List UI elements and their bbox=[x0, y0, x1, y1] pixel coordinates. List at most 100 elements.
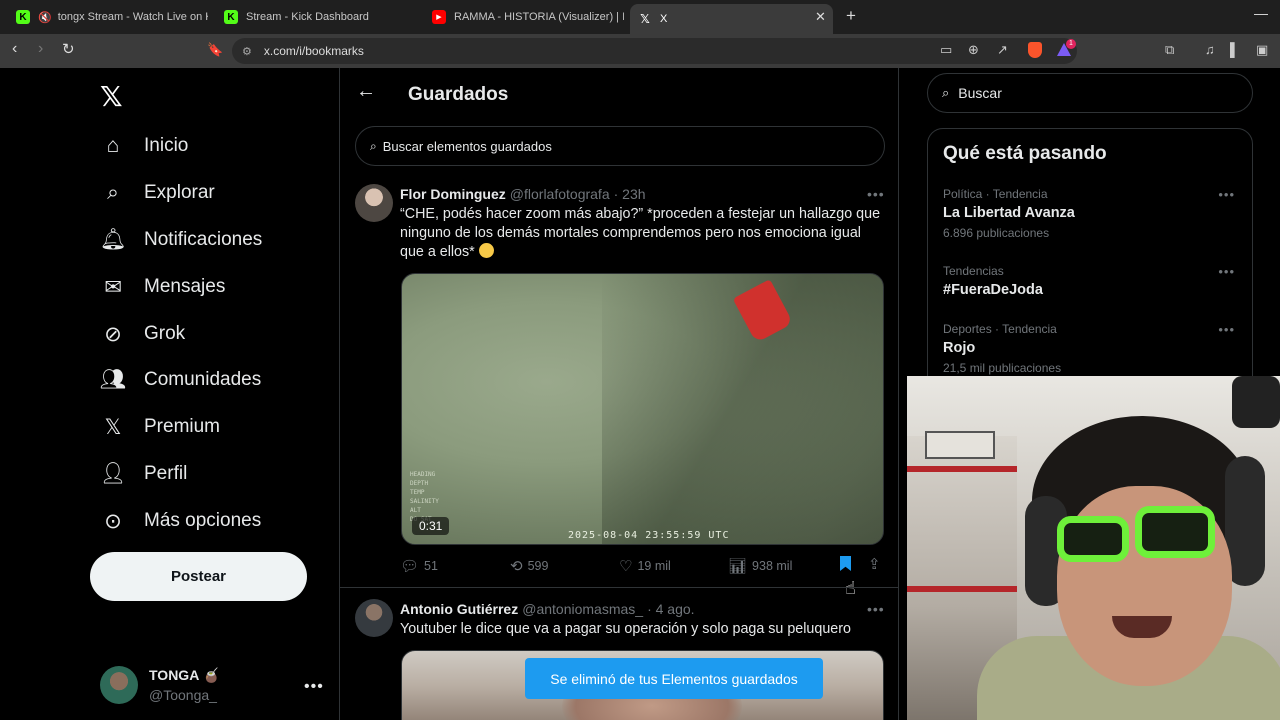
hand-cursor-icon: ☝ bbox=[845, 578, 856, 598]
more-dots-icon[interactable]: ••• bbox=[867, 601, 885, 617]
video-timestamp: 2025-08-04 23:55:59 UTC bbox=[568, 530, 730, 541]
sidebar-item-perfil[interactable]: 👤︎ Perfil bbox=[100, 459, 188, 489]
tab-kick-dashboard[interactable]: K Stream - Kick Dashboard bbox=[216, 4, 416, 30]
heart-icon: ♡ bbox=[619, 558, 633, 575]
repost-button[interactable]: ⟲ 599 bbox=[510, 557, 548, 575]
account-switcher[interactable]: TONGA 🧉 @Toonga_ bbox=[100, 666, 220, 704]
sidebar-item-grok[interactable]: ⊘ Grok bbox=[100, 319, 185, 349]
tab-x[interactable]: 𝕏 X bbox=[630, 4, 833, 34]
x-favicon-icon: 𝕏 bbox=[640, 12, 650, 26]
avatar[interactable] bbox=[355, 184, 393, 222]
trend-item[interactable]: Deportes · Tendencia Rojo 21,5 mil publi… bbox=[943, 322, 1243, 375]
reload-icon[interactable]: ↻ bbox=[62, 40, 75, 58]
profile-name: TONGA 🧉 bbox=[149, 667, 221, 683]
avatar[interactable] bbox=[355, 599, 393, 637]
video-duration: 0:31 bbox=[412, 517, 450, 535]
views-button[interactable]: 📊︎ 938 mil bbox=[728, 557, 792, 575]
home-icon: ⌂ bbox=[106, 134, 120, 157]
like-button[interactable]: ♡ 19 mil bbox=[619, 557, 671, 575]
webcam-overlay bbox=[907, 376, 1280, 720]
share-page-icon[interactable]: ↗ bbox=[997, 42, 1008, 58]
tab-youtube-ramma[interactable]: ▶ RAMMA - HISTORIA (Visualizer) | INM bbox=[424, 4, 624, 30]
screenshot-icon[interactable]: ⧉ bbox=[1165, 42, 1174, 58]
sidebar-item-explorar[interactable]: ⌕ Explorar bbox=[100, 178, 215, 208]
bell-icon: 🔔︎ bbox=[99, 228, 127, 251]
more-dots-icon[interactable]: ••• bbox=[867, 186, 885, 202]
reply-count: 51 bbox=[424, 559, 438, 573]
sidebar-item-notificaciones[interactable]: 🔔︎ Notificaciones bbox=[99, 225, 263, 255]
sidebar-item-label: Premium bbox=[144, 416, 221, 437]
sidebar-item-label: Grok bbox=[144, 323, 186, 344]
media-icon[interactable]: ♫ bbox=[1205, 42, 1215, 57]
trend-topic: #FueraDeJoda bbox=[943, 282, 1043, 298]
bookmarks-search-input[interactable]: ⌕ Buscar elementos guardados bbox=[355, 126, 885, 166]
cast-icon[interactable]: ▭ bbox=[940, 42, 952, 58]
tweet-header: Flor Dominguez @florlafotografa · 23h bbox=[400, 186, 646, 202]
x-premium-icon: 𝕏 bbox=[104, 415, 122, 439]
tab-kick-stream[interactable]: K 🔇 tongx Stream - Watch Live on Kic bbox=[8, 4, 208, 30]
author-name[interactable]: Flor Dominguez bbox=[400, 186, 506, 202]
sunglasses-right bbox=[1135, 506, 1215, 558]
site-settings-icon[interactable]: ⚙ bbox=[242, 45, 252, 58]
analytics-icon: 📊︎ bbox=[728, 558, 748, 575]
search-icon: ⌕ bbox=[942, 85, 950, 100]
tweet-actions: 💬︎ 51 ⟲ 599 ♡ 19 mil 📊︎ 938 mil ⇪ bbox=[400, 555, 890, 577]
browser-address-bar: ‹ › ↻ 🔖 ⚙ x.com/i/bookmarks ▭ ⊕ ↗ 1 ⧉ ♫ … bbox=[0, 34, 1280, 68]
author-handle[interactable]: @florlafotografa bbox=[510, 186, 610, 202]
back-icon[interactable]: ‹ bbox=[12, 40, 17, 58]
search-icon: ⌕ bbox=[370, 138, 377, 153]
tweet-video[interactable]: HEADINGDEPTHTEMPSALINITYALTDO SAT 2025-0… bbox=[401, 273, 884, 545]
share-icon[interactable]: ⇪ bbox=[868, 555, 881, 573]
trend-item[interactable]: Política · Tendencia La Libertad Avanza … bbox=[943, 187, 1243, 240]
search-placeholder: Buscar bbox=[958, 85, 1002, 101]
more-dots-icon[interactable]: ••• bbox=[304, 678, 324, 696]
sidebar-item-inicio[interactable]: ⌂ Inicio bbox=[100, 131, 189, 161]
search-input[interactable]: ⌕ Buscar bbox=[927, 73, 1253, 113]
view-count: 938 mil bbox=[752, 559, 793, 573]
minimize-window-icon[interactable]: — bbox=[1254, 5, 1268, 21]
trend-context: Tendencias bbox=[943, 264, 1004, 278]
tweet-text: Youtuber le dice que va a pagar su opera… bbox=[400, 621, 851, 637]
more-dots-icon[interactable]: ••• bbox=[1218, 187, 1235, 202]
people-icon: 👥︎ bbox=[99, 368, 127, 391]
post-button[interactable]: Postear bbox=[90, 552, 307, 601]
sidebar-item-comunidades[interactable]: 👥︎ Comunidades bbox=[99, 365, 262, 395]
forward-icon[interactable]: › bbox=[38, 40, 43, 58]
tweet-time[interactable]: · 23h bbox=[614, 186, 646, 202]
close-tab-icon[interactable]: ✕ bbox=[815, 9, 826, 25]
more-dots-icon[interactable]: ••• bbox=[1218, 264, 1235, 279]
sidebar-item-premium[interactable]: 𝕏 Premium bbox=[100, 412, 220, 442]
brave-shields-icon[interactable] bbox=[1028, 42, 1042, 58]
sidebar-item-label: Inicio bbox=[144, 135, 189, 156]
wallet-icon[interactable]: ▣ bbox=[1256, 42, 1268, 58]
tweet-text-content: “CHE, podés hacer zoom más abajo?” *proc… bbox=[400, 206, 881, 260]
emoji-icon bbox=[478, 243, 494, 258]
bookmark-icon[interactable] bbox=[840, 556, 851, 571]
bookmarks-timeline: ← Guardados ⌕ Buscar elementos guardados… bbox=[339, 68, 899, 720]
reply-button[interactable]: 💬︎ 51 bbox=[400, 557, 438, 575]
bookmark-page-icon[interactable]: 🔖 bbox=[207, 42, 223, 58]
sidebar-item-label: Explorar bbox=[144, 182, 215, 203]
webcam-shelf-edge bbox=[907, 586, 1017, 592]
webcam-sign bbox=[925, 431, 995, 459]
back-arrow-icon[interactable]: ← bbox=[356, 80, 376, 103]
zoom-icon[interactable]: ⊕ bbox=[968, 42, 979, 58]
mail-icon: ✉ bbox=[104, 275, 122, 299]
trend-topic: Rojo bbox=[943, 340, 976, 356]
author-handle[interactable]: @antoniomasmas_ bbox=[522, 601, 643, 617]
x-logo-icon[interactable]: 𝕏 bbox=[100, 80, 123, 113]
more-dots-icon[interactable]: ••• bbox=[1218, 322, 1235, 337]
tab-title: RAMMA - HISTORIA (Visualizer) | INM bbox=[454, 11, 624, 23]
muted-speaker-icon[interactable]: 🔇 bbox=[38, 11, 52, 24]
sidebar-item-mensajes[interactable]: ✉ Mensajes bbox=[100, 272, 225, 302]
new-tab-icon[interactable]: + bbox=[846, 6, 856, 26]
trend-posts: 6.896 publicaciones bbox=[943, 226, 1050, 240]
author-name[interactable]: Antonio Gutiérrez bbox=[400, 601, 518, 617]
trend-item[interactable]: Tendencias #FueraDeJoda ••• bbox=[943, 264, 1243, 298]
trends-title: Qué está pasando bbox=[943, 143, 1107, 164]
youtube-favicon-icon: ▶ bbox=[432, 10, 446, 24]
tweet-time[interactable]: · 4 ago. bbox=[647, 601, 694, 617]
sidebar-icon[interactable]: ▌ bbox=[1230, 42, 1239, 57]
sidebar-item-mas-opciones[interactable]: ⊙ Más opciones bbox=[100, 506, 261, 536]
like-count: 19 mil bbox=[637, 559, 671, 573]
